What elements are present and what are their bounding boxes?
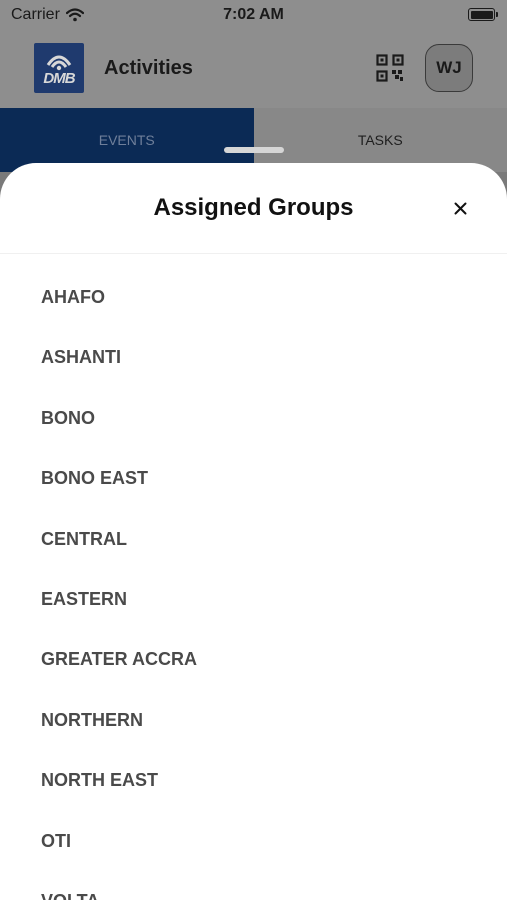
- app-header: DMB Activities WJ: [0, 32, 507, 108]
- group-list: AHAFO ASHANTI BONO BONO EAST CENTRAL EAS…: [0, 267, 507, 900]
- close-icon: [454, 202, 466, 214]
- assigned-groups-sheet: Assigned Groups AHAFO ASHANTI BONO BONO …: [0, 163, 507, 900]
- list-item[interactable]: ASHANTI: [0, 327, 507, 387]
- sheet-grabber[interactable]: [224, 147, 284, 153]
- logo-text: DMB: [43, 70, 75, 87]
- list-item[interactable]: BONO EAST: [0, 448, 507, 508]
- app-logo: DMB: [34, 43, 84, 93]
- list-item[interactable]: OTI: [0, 811, 507, 871]
- status-bar: Carrier 7:02 AM: [0, 0, 507, 32]
- list-item[interactable]: GREATER ACCRA: [0, 629, 507, 689]
- qr-scan-button[interactable]: [376, 54, 404, 82]
- page-title: Activities: [104, 57, 193, 79]
- sheet-header: Assigned Groups: [0, 163, 507, 254]
- list-item[interactable]: EASTERN: [0, 569, 507, 629]
- list-item[interactable]: BONO: [0, 388, 507, 448]
- list-item[interactable]: VOLTA: [0, 871, 507, 900]
- list-item[interactable]: NORTHERN: [0, 690, 507, 750]
- status-time: 7:02 AM: [223, 6, 284, 23]
- qr-code-icon: [376, 54, 404, 82]
- list-item[interactable]: AHAFO: [0, 267, 507, 327]
- avatar[interactable]: WJ: [425, 44, 473, 92]
- close-button[interactable]: [448, 196, 472, 220]
- sheet-title: Assigned Groups: [153, 194, 354, 221]
- battery-icon: [468, 8, 498, 21]
- app-screen: Carrier 7:02 AM DMB Activities WJ EVENTS…: [0, 0, 507, 900]
- list-item[interactable]: CENTRAL: [0, 509, 507, 569]
- list-item[interactable]: NORTH EAST: [0, 750, 507, 810]
